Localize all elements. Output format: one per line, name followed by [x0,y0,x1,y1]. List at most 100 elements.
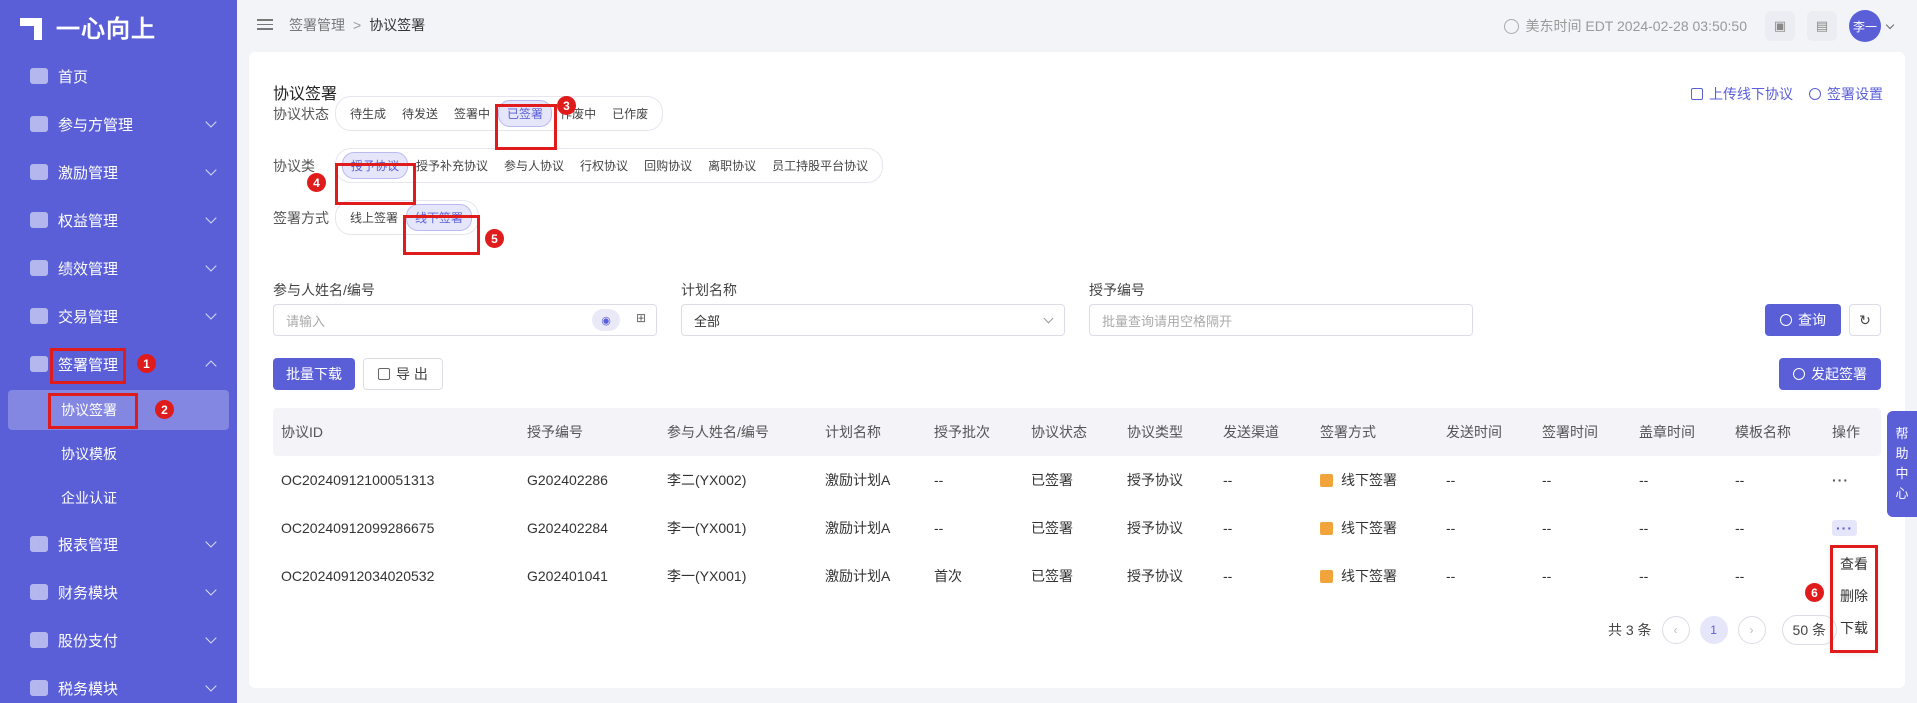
task-icon[interactable]: ▣ [1765,11,1795,41]
breadcrumb-item[interactable]: 签署管理 [289,15,345,35]
status-chip[interactable]: 已作废 [604,101,656,126]
annotation-badge-1: 1 [137,354,156,373]
annotation-badge-2: 2 [155,400,174,419]
sidebar-item-participants[interactable]: 参与方管理 [0,100,237,148]
top-actions: 上传线下协议 签署设置 [1675,84,1883,104]
more-actions-icon[interactable]: ··· [1832,472,1849,488]
start-sign-button[interactable]: 发起签署 [1779,358,1881,390]
status-chip[interactable]: 待生成 [342,101,394,126]
type-chip-selected[interactable]: 授予协议 [342,152,409,179]
type-chip[interactable]: 参与人协议 [496,153,572,178]
breadcrumb-current: 协议签署 [369,17,426,33]
sidebar-item-reports[interactable]: 报表管理 [0,520,237,568]
menu-item-download[interactable]: 下载 [1833,612,1875,644]
offline-sign-icon [1320,569,1333,583]
home-icon [30,68,48,84]
more-actions-icon[interactable]: ··· [1832,520,1857,536]
plan-field-label: 计划名称 [681,282,737,298]
table-cell: 李一(YX001) [667,568,747,584]
chevron-down-icon [1043,313,1054,324]
table-cell: -- [934,472,944,488]
method-chip[interactable]: 线上签署 [342,205,406,230]
sidebar-subitem-label: 协议模板 [61,446,117,462]
reset-button[interactable]: ↻ [1849,304,1881,336]
grant-field-label: 授予编号 [1089,282,1145,298]
type-chip[interactable]: 回购协议 [636,153,700,178]
sidebar-subitem-agreement-template[interactable]: 协议模板 [0,432,237,476]
status-chip[interactable]: 待发送 [394,101,446,126]
sidebar-item-incentive[interactable]: 激励管理 [0,148,237,196]
column-header: 发送时间 [1446,424,1502,440]
page-number[interactable]: 1 [1699,616,1728,644]
table-cell: -- [1735,568,1745,584]
prev-page-button[interactable]: ‹ [1661,616,1690,644]
agreement-table: 协议ID 授予编号 参与人姓名/编号 计划名称 授予批次 协议状态 协议类型 发… [273,408,1881,600]
chevron-down-icon[interactable] [1885,20,1895,29]
sidebar-item-label: 交易管理 [58,308,119,326]
type-chip[interactable]: 员工持股平台协议 [764,153,876,178]
avatar[interactable]: 李一 [1849,10,1881,42]
offline-sign-icon [1320,521,1333,535]
help-char: 助 [1895,446,1909,461]
reports-icon [30,536,48,552]
upload-offline-button[interactable]: 上传线下协议 [1691,84,1793,104]
export-label: 导 出 [396,366,428,382]
signing-icon [30,356,48,372]
chevron-up-icon [205,360,217,372]
chevron-down-icon [205,308,217,320]
type-chip[interactable]: 离职协议 [700,153,764,178]
table-cell: 授予协议 [1127,568,1183,584]
tag-icon[interactable]: ◉ [592,309,620,331]
sidebar-subitem-agreement-signing[interactable]: 协议签署 [8,390,229,430]
plan-select-value: 全部 [694,313,721,329]
pagination: 共 3 条 ‹ 1 › 50 条 [1608,615,1837,645]
sidebar-subitem-label: 企业认证 [61,490,117,506]
settings-icon [1809,88,1821,100]
sidebar-item-tax[interactable]: 税务模块 [0,664,237,703]
participant-input[interactable]: 请输入 ◉ ⊞ [273,304,657,336]
sidebar-item-equity[interactable]: 权益管理 [0,196,237,244]
menu-collapse-icon[interactable] [257,19,273,31]
method-text: 线下签署 [1341,520,1397,536]
sidebar-subitem-enterprise-auth[interactable]: 企业认证 [0,476,237,520]
method-chip-selected[interactable]: 线下签署 [406,204,473,231]
status-chip[interactable]: 签署中 [446,101,498,126]
sidebar-item-signing[interactable]: 签署管理 [0,340,237,388]
sidebar-item-home[interactable]: 首页 [0,52,237,100]
table-cell: OC20240912100051313 [281,472,435,488]
batch-download-button[interactable]: 批量下载 [273,358,355,390]
table-cell: -- [1223,520,1233,536]
participant-placeholder: 请输入 [286,313,326,329]
export-button[interactable]: 导 出 [363,358,443,390]
next-page-button[interactable]: › [1737,616,1766,644]
chevron-down-icon [205,260,217,272]
sidebar-item-performance[interactable]: 绩效管理 [0,244,237,292]
group-icon[interactable]: ⊞ [636,311,646,325]
sidebar-item-finance[interactable]: 财务模块 [0,568,237,616]
query-button[interactable]: 查询 [1765,304,1841,336]
chevron-down-icon [205,584,217,596]
offline-sign-icon [1320,473,1333,487]
upload-icon [1691,88,1703,100]
grant-input[interactable]: 批量查询请用空格隔开 [1089,304,1473,336]
help-center-button[interactable]: 帮 助 中 心 [1887,411,1917,517]
table-cell: -- [1639,568,1649,584]
plan-select[interactable]: 全部 [681,304,1065,336]
menu-item-view[interactable]: 查看 [1833,548,1875,580]
sidebar-item-share-payment[interactable]: 股份支付 [0,616,237,664]
sidebar-item-trading[interactable]: 交易管理 [0,292,237,340]
notification-icon[interactable]: ▤ [1807,11,1837,41]
column-header: 盖章时间 [1639,424,1695,440]
status-chip-selected[interactable]: 已签署 [498,100,553,127]
annotation-badge-4: 4 [307,173,326,192]
menu-item-delete[interactable]: 删除 [1833,580,1875,612]
type-chip[interactable]: 行权协议 [572,153,636,178]
help-char: 中 [1895,466,1909,481]
table-cell: -- [1223,472,1233,488]
sidebar: 一心向上 首页 参与方管理 激励管理 权益管理 绩效管理 交易管理 签署管理 协… [0,0,237,703]
participants-icon [30,116,48,132]
sign-settings-button[interactable]: 签署设置 [1809,84,1883,104]
page-size-select[interactable]: 50 条 [1781,615,1837,645]
type-chip[interactable]: 授予补充协议 [408,153,496,178]
column-header: 发送渠道 [1223,424,1279,440]
